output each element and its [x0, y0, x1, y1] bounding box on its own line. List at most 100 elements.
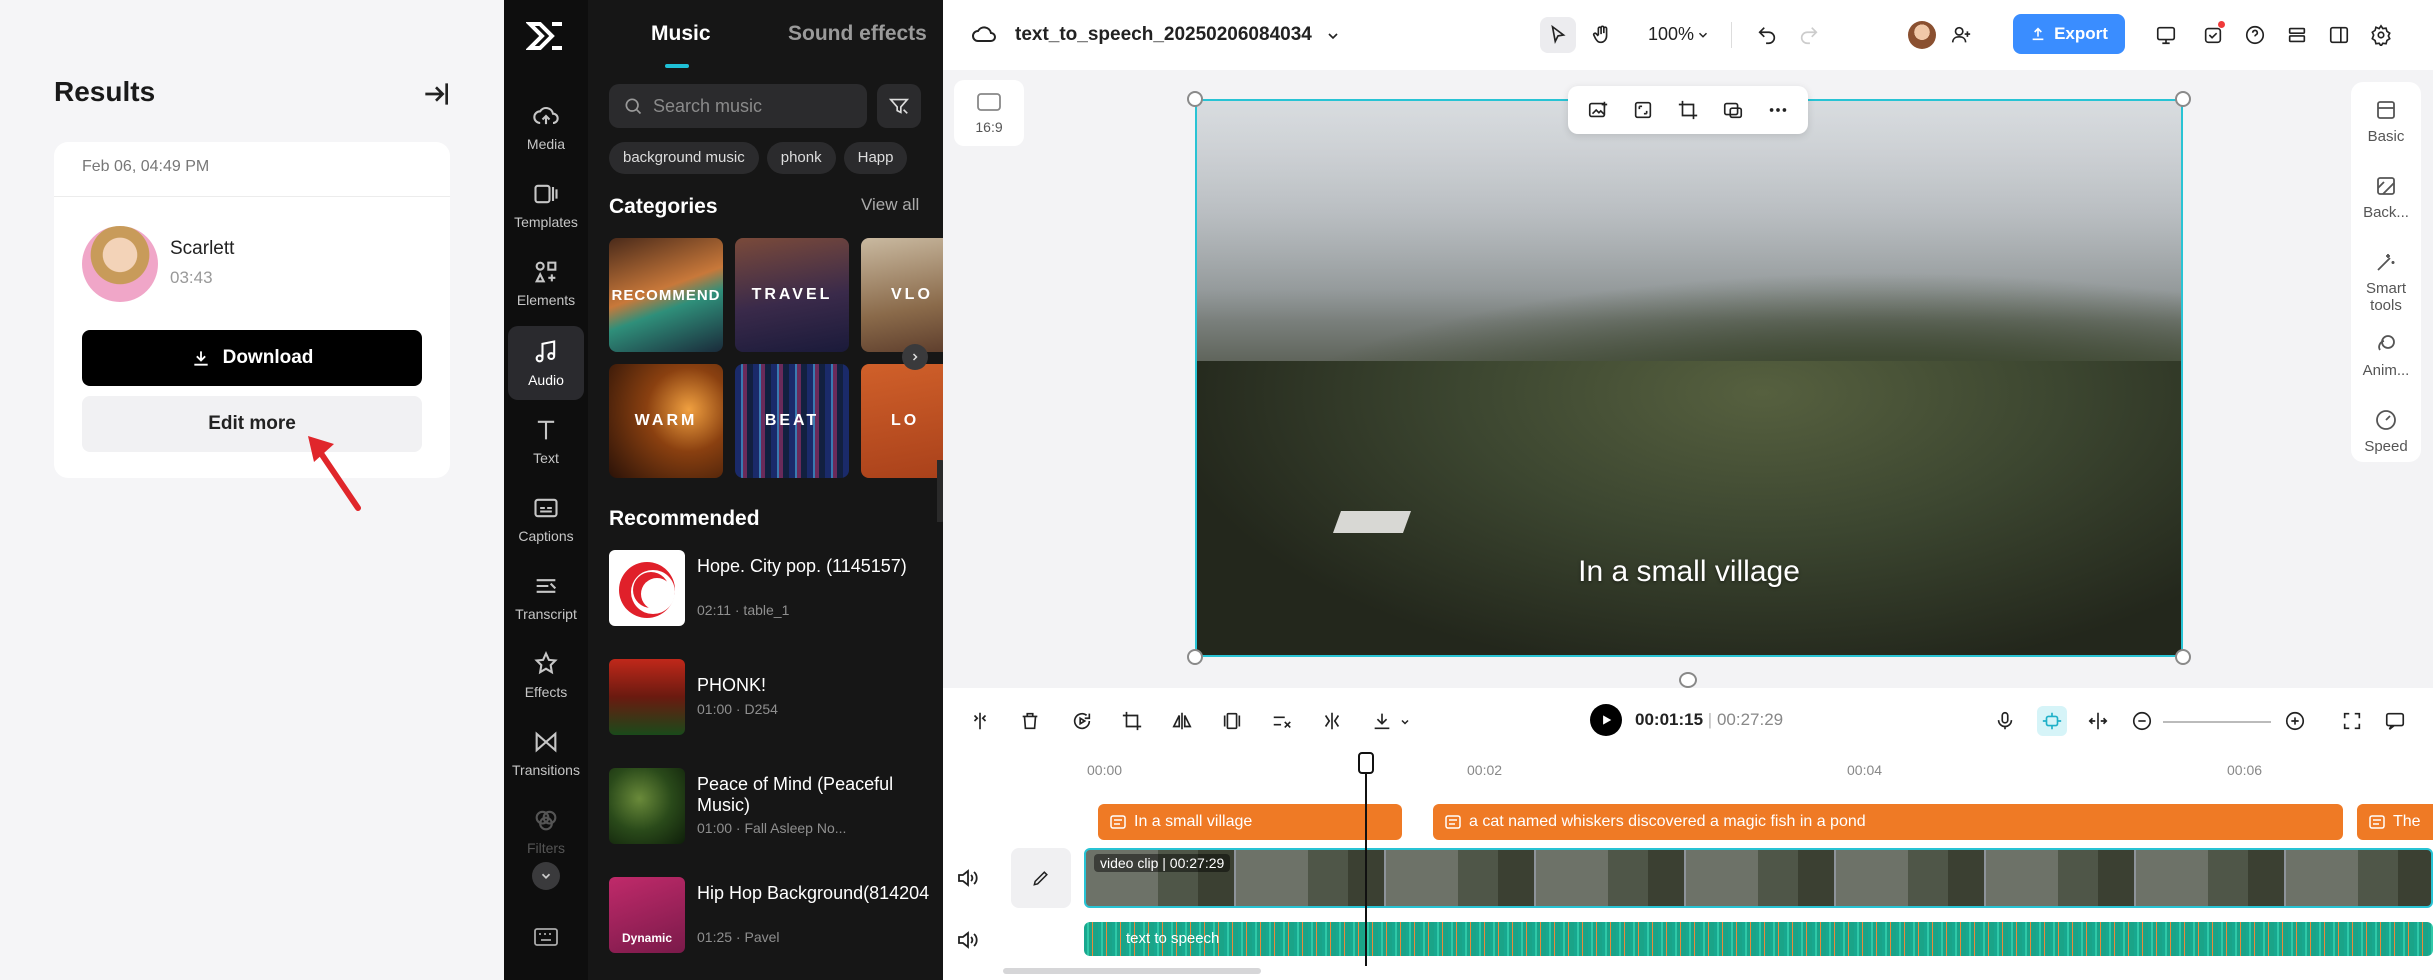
download-clip-button[interactable] [1367, 706, 1397, 736]
resize-handle[interactable] [1187, 91, 1203, 107]
export-button[interactable]: Export [2013, 14, 2125, 54]
present-button[interactable] [2148, 17, 2184, 53]
track-item[interactable]: Hope. City pop. (1145157) 02:11 · table_… [609, 550, 931, 626]
layout-button[interactable] [2321, 17, 2357, 53]
nav-more-button[interactable] [532, 862, 560, 890]
resize-handle[interactable] [2175, 91, 2191, 107]
nav-elements[interactable]: Elements [508, 246, 584, 320]
category-travel[interactable]: TRAVEL [735, 238, 849, 352]
crop-icon[interactable] [1677, 99, 1699, 121]
nav-transcript[interactable]: Transcript [508, 560, 584, 634]
settings-button[interactable] [2363, 17, 2399, 53]
prop-animation[interactable]: Anim... [2351, 332, 2421, 379]
aspect-ratio-button[interactable]: 16:9 [954, 80, 1024, 146]
category-warm[interactable]: WARM [609, 364, 723, 478]
replace-image-icon[interactable] [1587, 99, 1609, 121]
preview-caption[interactable]: In a small village [1197, 555, 2181, 589]
crop-button[interactable] [1117, 706, 1147, 736]
playhead-knob[interactable] [1358, 752, 1374, 774]
smart-crop-icon[interactable] [1632, 99, 1654, 121]
text-clip[interactable]: The [2357, 804, 2433, 840]
trim-button[interactable] [1317, 706, 1347, 736]
nav-text[interactable]: Text [508, 404, 584, 478]
stack-button[interactable] [2279, 17, 2315, 53]
remove-background-icon[interactable] [1722, 99, 1744, 121]
categories-next-button[interactable] [902, 344, 928, 370]
exit-icon[interactable] [420, 78, 452, 110]
feedback-button[interactable] [2380, 706, 2410, 736]
help-button[interactable] [2237, 17, 2273, 53]
select-tool-button[interactable] [1540, 17, 1576, 53]
user-avatar[interactable] [1908, 21, 1936, 49]
redo-button[interactable] [1791, 17, 1827, 53]
delete-button[interactable] [1015, 706, 1045, 736]
category-beat[interactable]: BEAT [735, 364, 849, 478]
category-vlog[interactable]: VLO [861, 238, 943, 352]
nav-filters[interactable]: Filters [508, 794, 584, 868]
tab-sound-effects[interactable]: Sound effects [788, 22, 927, 46]
prop-background[interactable]: Back... [2351, 174, 2421, 221]
nav-transitions[interactable]: Transitions [508, 716, 584, 790]
nav-media[interactable]: Media [508, 90, 584, 164]
category-recommend[interactable]: RECOMMEND [609, 238, 723, 352]
playhead[interactable] [1358, 752, 1374, 966]
chip-happy[interactable]: Happ [843, 142, 908, 174]
speed-curve-button[interactable] [1267, 706, 1297, 736]
auto-snap-button[interactable] [2037, 706, 2067, 736]
zoom-level[interactable]: 100% [1648, 24, 1694, 45]
notifications-button[interactable] [2195, 17, 2231, 53]
search-input[interactable] [653, 95, 843, 117]
keyboard-icon[interactable] [533, 926, 559, 948]
video-preview[interactable]: In a small village [1195, 99, 2183, 657]
category-lofi[interactable]: LO [861, 364, 943, 478]
nav-effects[interactable]: Effects [508, 638, 584, 712]
chevron-down-icon[interactable] [1399, 716, 1411, 728]
download-button[interactable]: Download [82, 330, 422, 386]
edit-cover-button[interactable] [1011, 848, 1071, 908]
speaker-icon[interactable] [955, 928, 979, 952]
play-button[interactable] [1590, 704, 1622, 736]
filter-button[interactable] [877, 84, 921, 128]
prop-smart-tools[interactable]: Smart tools [2351, 250, 2421, 314]
nav-audio[interactable]: Audio [508, 326, 584, 400]
view-all-link[interactable]: View all [861, 195, 919, 215]
prop-speed[interactable]: Speed [2351, 408, 2421, 455]
loop-button[interactable] [1067, 706, 1097, 736]
prop-basic[interactable]: Basic [2351, 98, 2421, 145]
resize-handle[interactable] [1187, 649, 1203, 665]
resize-handle[interactable] [2175, 649, 2191, 665]
chip-phonk[interactable]: phonk [766, 142, 836, 174]
video-clip[interactable]: video clip | 00:27:29 [1084, 848, 2433, 908]
track-item[interactable]: Peace of Mind (Peaceful Music) 01:00 · F… [609, 768, 931, 844]
edit-more-button[interactable]: Edit more [82, 396, 422, 452]
link-button[interactable] [2083, 706, 2113, 736]
speaker-icon[interactable] [955, 866, 979, 890]
timeline-scrollbar[interactable] [1003, 968, 1261, 974]
hand-tool-button[interactable] [1584, 17, 1620, 53]
more-icon[interactable] [1767, 99, 1789, 121]
text-clip[interactable]: In a small village [1098, 804, 1402, 840]
zoom-slider[interactable] [2163, 721, 2271, 723]
track-item[interactable]: Dynamic Hip Hop Background(814204 01:25 … [609, 877, 931, 953]
chevron-down-icon[interactable] [1696, 28, 1710, 42]
invite-button[interactable] [1943, 17, 1979, 53]
tab-music[interactable]: Music [651, 22, 711, 46]
nav-templates[interactable]: Templates [508, 168, 584, 242]
chip-background-music[interactable]: background music [609, 142, 759, 174]
project-name[interactable]: text_to_speech_20250206084034 [1015, 24, 1312, 46]
music-note-icon [535, 340, 556, 363]
nav-captions[interactable]: Captions [508, 482, 584, 556]
text-clip[interactable]: a cat named whiskers discovered a magic … [1433, 804, 2343, 840]
record-button[interactable] [1990, 706, 2020, 736]
split-button[interactable] [965, 706, 995, 736]
rotate-handle[interactable] [1679, 672, 1697, 688]
fullscreen-button[interactable] [2337, 706, 2367, 736]
chevron-down-icon[interactable] [1325, 28, 1341, 44]
zoom-in-button[interactable] [2280, 706, 2310, 736]
flip-button[interactable] [1167, 706, 1197, 736]
undo-button[interactable] [1749, 17, 1785, 53]
audio-clip[interactable]: text to speech [1084, 922, 2433, 956]
zoom-out-button[interactable] [2127, 706, 2157, 736]
freeze-button[interactable] [1217, 706, 1247, 736]
track-item[interactable]: PHONK! 01:00 · D254 [609, 659, 931, 735]
